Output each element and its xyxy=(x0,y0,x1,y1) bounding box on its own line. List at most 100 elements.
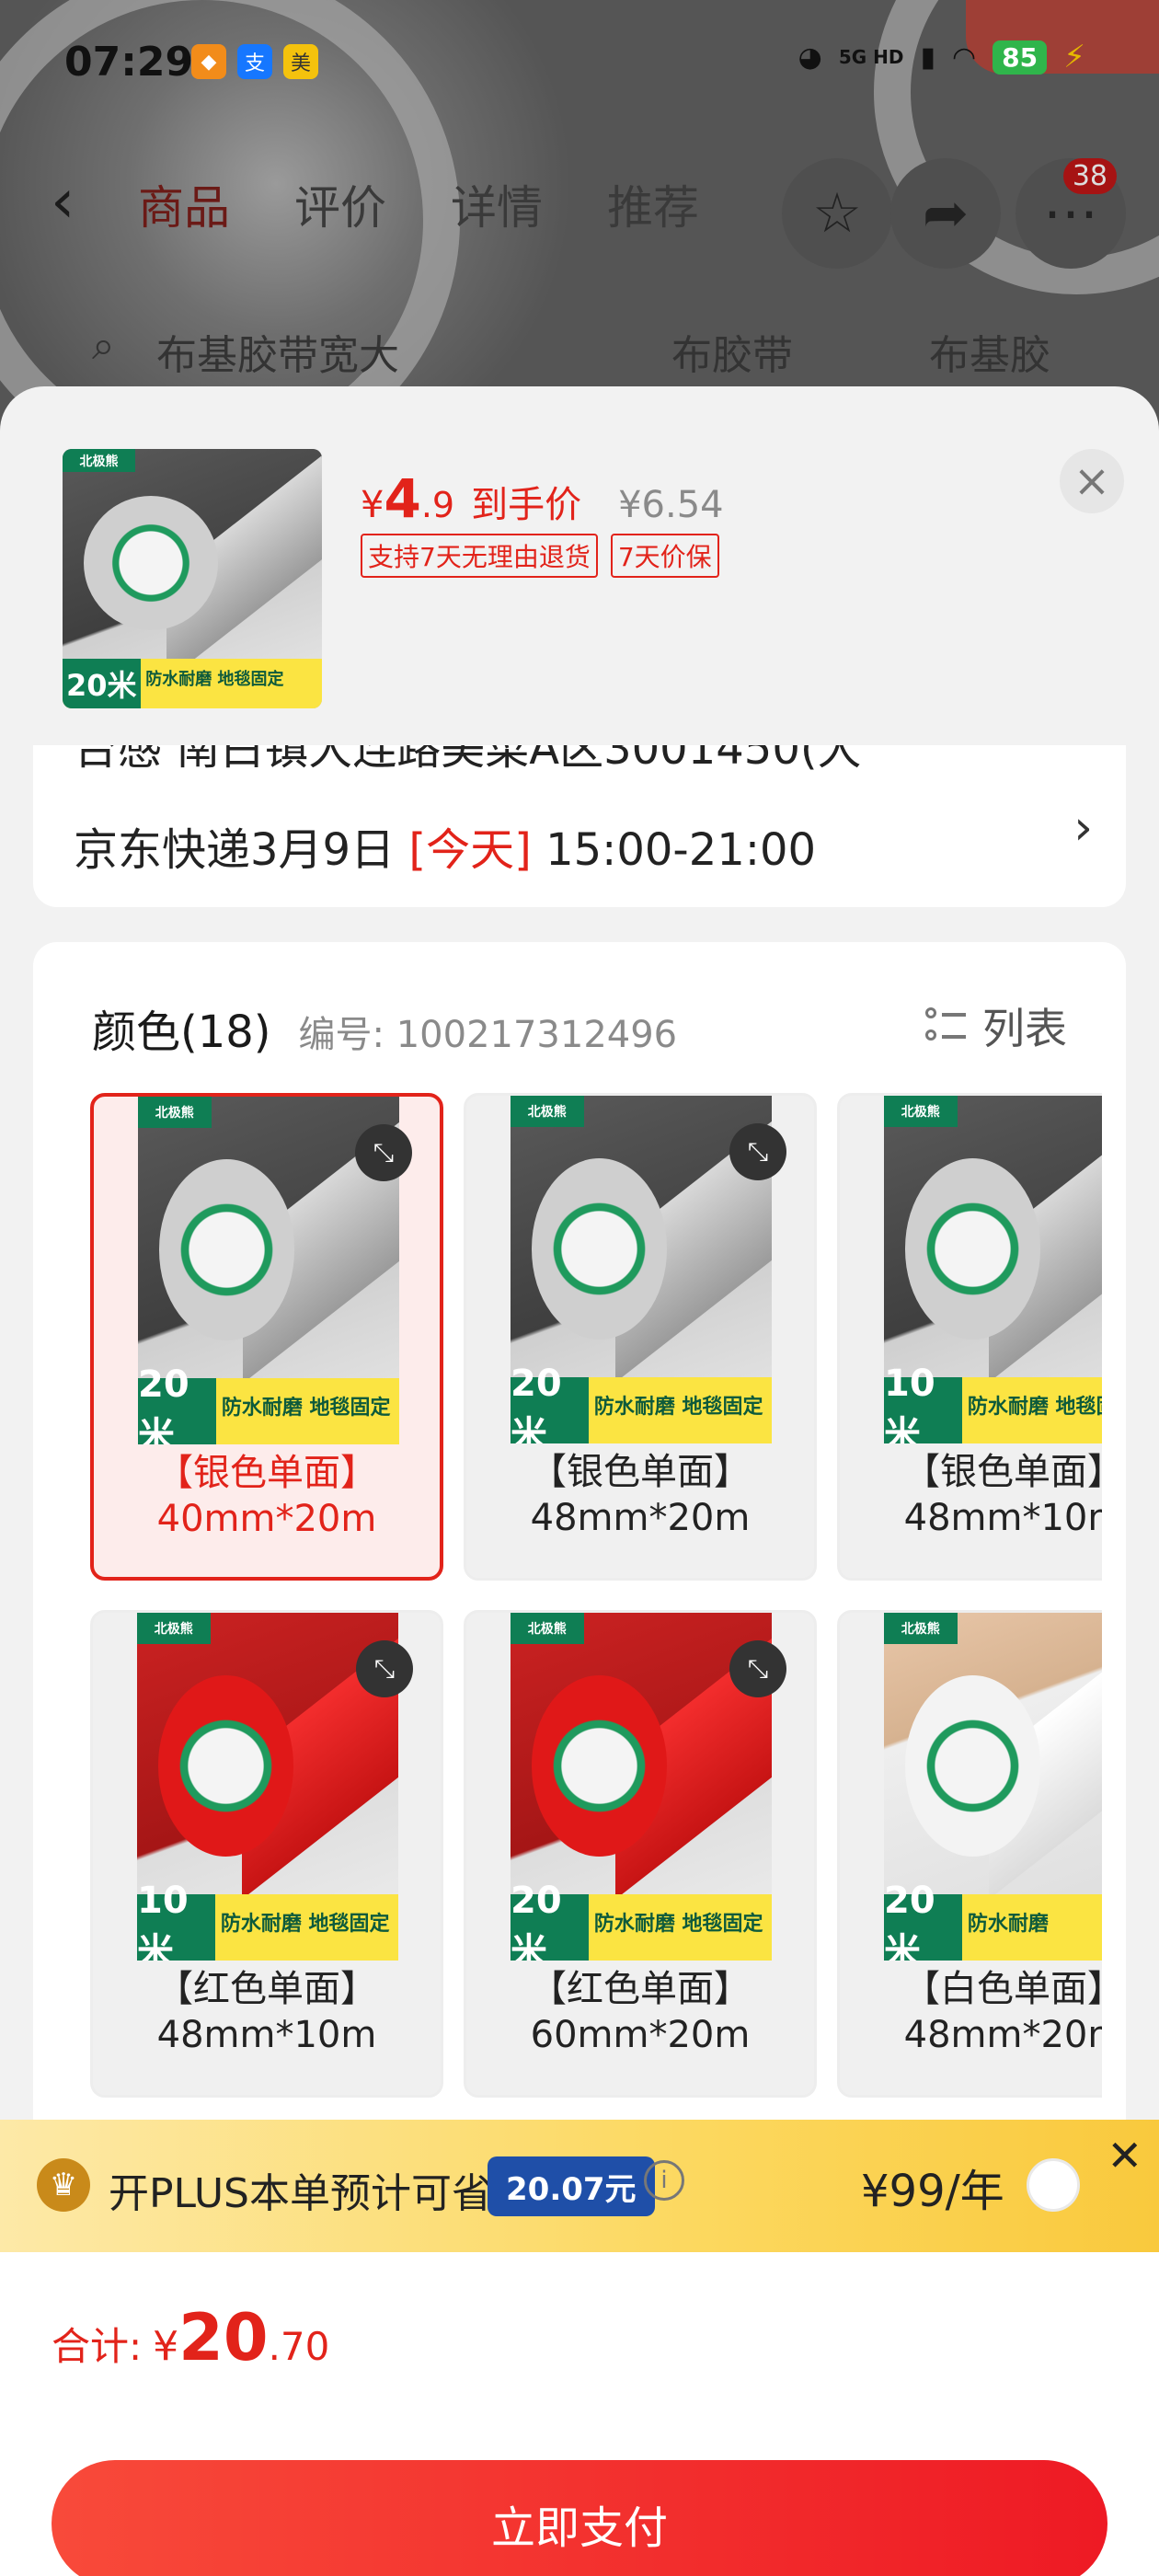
option-size: 48mm*10m xyxy=(156,2014,377,2056)
option-size: 40mm*20m xyxy=(156,1498,377,1540)
network-label: 5G HD xyxy=(838,46,904,68)
close-icon[interactable]: × xyxy=(1060,449,1124,513)
option-label: 【红色单面】 60mm*20m xyxy=(466,1966,814,2058)
color-option[interactable]: 北极熊 20米 防水耐磨 地毯固定 ⤡ 【银色单面】 40mm*20m xyxy=(90,1093,443,1581)
sku-selection-sheet: 北极熊 20米 防水耐磨 地毯固定 ¥ 4 .9 到手价 ¥6.54 支持7天无… xyxy=(0,386,1159,2576)
option-size: 48mm*20m xyxy=(530,1497,751,1539)
list-view-toggle[interactable]: 列表 xyxy=(925,995,1067,1056)
delivery-today: [今天] xyxy=(408,824,532,876)
option-color: 【红色单面】 xyxy=(156,1968,377,2010)
list-icon xyxy=(925,1006,966,1046)
option-color: 【银色单面】 xyxy=(530,1451,751,1493)
expand-icon[interactable]: ⤡ xyxy=(356,1640,413,1697)
address-text: 台感 南白镇大连路美菜A区3001450(大 xyxy=(74,745,862,775)
info-icon[interactable]: i xyxy=(644,2160,684,2201)
product-slogan: 防水耐磨 地毯固定 xyxy=(221,1396,391,1420)
favorite-icon[interactable]: ☆ xyxy=(782,158,892,269)
color-option[interactable]: 北极熊 20米 防水耐磨 地毯固定 ⤡ 【红色单面】 60mm*20m xyxy=(464,1610,817,2098)
option-label: 【银色单面】 48mm*10m xyxy=(840,1449,1102,1541)
length-badge: 20米 xyxy=(511,1880,590,1961)
color-option[interactable]: 北极熊 20米 防水耐磨 地毯固定 ⤡ 【银色单面】 48mm*20m xyxy=(464,1093,817,1581)
tab-details[interactable]: 详情 xyxy=(451,171,543,237)
service-tags: 支持7天无理由退货 7天价保 xyxy=(361,534,719,578)
total-price: 合计: ¥ 20 .70 xyxy=(52,2300,329,2375)
suggestion-2[interactable]: 布胶带 xyxy=(671,322,793,381)
product-slogan: 防水耐磨 地毯固定 xyxy=(593,1912,763,1936)
checkout-footer: 合计: ¥ 20 .70 立即支付 xyxy=(0,2252,1159,2576)
plus-savings: 20.07元 xyxy=(488,2156,655,2216)
color-grid: 北极熊 20米 防水耐磨 地毯固定 ⤡ 【银色单面】 40mm*20m 北极熊 20米 防水耐磨… xyxy=(90,1093,1102,2123)
charging-icon: ⚡ xyxy=(1063,39,1085,75)
carrier-date: 京东快递3月9日 xyxy=(74,824,396,876)
brand-logo: 北极熊 xyxy=(511,1096,584,1128)
product-slogan: 防水耐磨 地毯固定 xyxy=(220,1912,390,1936)
color-options-card: 颜色(18) 编号: 100217312496 列表 北极熊 20米 防水耐磨 地毯… xyxy=(33,942,1126,2212)
expand-icon[interactable]: ⤡ xyxy=(729,1123,786,1180)
option-size: 48mm*10m xyxy=(903,1497,1102,1539)
plus-banner[interactable]: ♛ 开PLUS本单预计可省 20.07元 i ¥99/年 ✕ xyxy=(0,2120,1159,2252)
product-slogan: 防水耐磨 地毯固定 xyxy=(967,1395,1102,1419)
length-badge: 20米 xyxy=(138,1363,217,1444)
message-badge: 38 xyxy=(1062,158,1117,194)
option-label: 【白色单面】 48mm*20m xyxy=(840,1966,1102,2058)
return-policy-tag: 支持7天无理由退货 xyxy=(361,534,598,578)
delivery-card[interactable]: 台感 南白镇大连路美菜A区3001450(大 京东快递3月9日 [今天] 15:… xyxy=(33,745,1126,907)
length-badge: 20米 xyxy=(63,659,141,708)
brand-logo: 北极熊 xyxy=(884,1096,958,1128)
brand-logo: 北极熊 xyxy=(511,1613,584,1645)
expand-icon[interactable]: ⤡ xyxy=(729,1640,786,1697)
alipay-icon: 支 xyxy=(237,44,272,79)
product-slogan: 防水耐磨 地毯固定 xyxy=(593,1395,763,1419)
pay-now-button[interactable]: 立即支付 xyxy=(52,2460,1107,2576)
tab-product[interactable]: 商品 xyxy=(138,171,230,237)
list-view-label: 列表 xyxy=(982,1004,1067,1053)
product-slogan: 防水耐磨 xyxy=(967,1912,1049,1936)
price-currency: ¥ xyxy=(361,484,384,526)
length-badge: 20米 xyxy=(884,1880,963,1961)
option-label: 【银色单面】 48mm*20m xyxy=(466,1449,814,1541)
status-bar: 07:29 ◆ 支 美 ◕ 5G HD ▮ ◠ 85 ⚡ xyxy=(0,28,1159,101)
brand-logo: 北极熊 xyxy=(884,1613,958,1645)
price-integer: 4 xyxy=(384,467,421,530)
top-nav: ‹ 商品 评价 详情 推荐 ☆ ➦ ⋯ 38 xyxy=(0,147,1159,269)
product-thumbnail: 北极熊 20米 防水耐磨 地毯固定 xyxy=(63,449,322,708)
color-option[interactable]: 北极熊 10米 防水耐磨 地毯固定 ⤡ 【红色单面】 48mm*10m xyxy=(90,1610,443,2098)
total-integer: 20 xyxy=(178,2300,269,2375)
tab-reviews[interactable]: 评价 xyxy=(294,171,386,237)
plus-text: 开PLUS本单预计可省 xyxy=(109,2170,492,2217)
option-color: 【白色单面】 xyxy=(903,1968,1102,2010)
plus-close-icon[interactable]: ✕ xyxy=(1107,2131,1142,2180)
expand-icon[interactable]: ⤡ xyxy=(355,1124,412,1181)
alarm-icon: ◕ xyxy=(798,40,822,74)
more-icon[interactable]: ⋯ 38 xyxy=(1016,158,1126,269)
product-image: 北极熊 20米 防水耐磨 地毯固定 xyxy=(63,449,322,708)
tab-recommend[interactable]: 推荐 xyxy=(607,171,699,237)
total-decimal: .70 xyxy=(268,2324,330,2369)
share-icon[interactable]: ➦ xyxy=(890,158,1001,269)
search-icon: ⌕ xyxy=(92,322,115,369)
signal-icon: ▮ xyxy=(920,40,935,74)
plus-radio[interactable] xyxy=(1027,2158,1080,2212)
brand-logo: 北极熊 xyxy=(63,449,135,473)
delivery-info: 京东快递3月9日 [今天] 15:00-21:00 xyxy=(74,813,816,878)
status-time: 07:29 xyxy=(64,39,194,86)
final-price: ¥ 4 .9 到手价 ¥6.54 xyxy=(361,467,724,530)
plus-price: ¥99/年 xyxy=(861,2166,1004,2217)
back-icon[interactable]: ‹ xyxy=(51,166,75,236)
option-size: 48mm*20m xyxy=(903,2014,1102,2056)
app-notification-icon: ◆ xyxy=(191,44,226,79)
suggestion-3[interactable]: 布基胶 xyxy=(929,322,1050,381)
price-label: 到手价 xyxy=(471,484,582,526)
original-price: ¥6.54 xyxy=(618,484,724,526)
color-option[interactable]: 北极熊10米防水耐磨 地毯固定⤡【银色单面】48mm*10m xyxy=(837,1093,1102,1581)
chevron-right-icon: › xyxy=(1073,800,1093,856)
search-suggestions: ⌕ 布基胶带宽大 布胶带 布基胶 xyxy=(0,313,1159,386)
color-option[interactable]: 北极熊20米防水耐磨⤡【白色单面】48mm*20m xyxy=(837,1610,1102,2098)
price-decimal: .9 xyxy=(420,485,455,525)
length-badge: 10米 xyxy=(884,1363,963,1443)
option-image: 北极熊 10米防水耐磨 地毯固定 xyxy=(884,1096,1102,1443)
option-label: 【银色单面】 40mm*20m xyxy=(94,1450,440,1542)
suggestion-1[interactable]: 布基胶带宽大 xyxy=(156,322,399,381)
sku-number: 编号: 100217312496 xyxy=(298,1014,678,1056)
wifi-icon: ◠ xyxy=(951,40,977,74)
